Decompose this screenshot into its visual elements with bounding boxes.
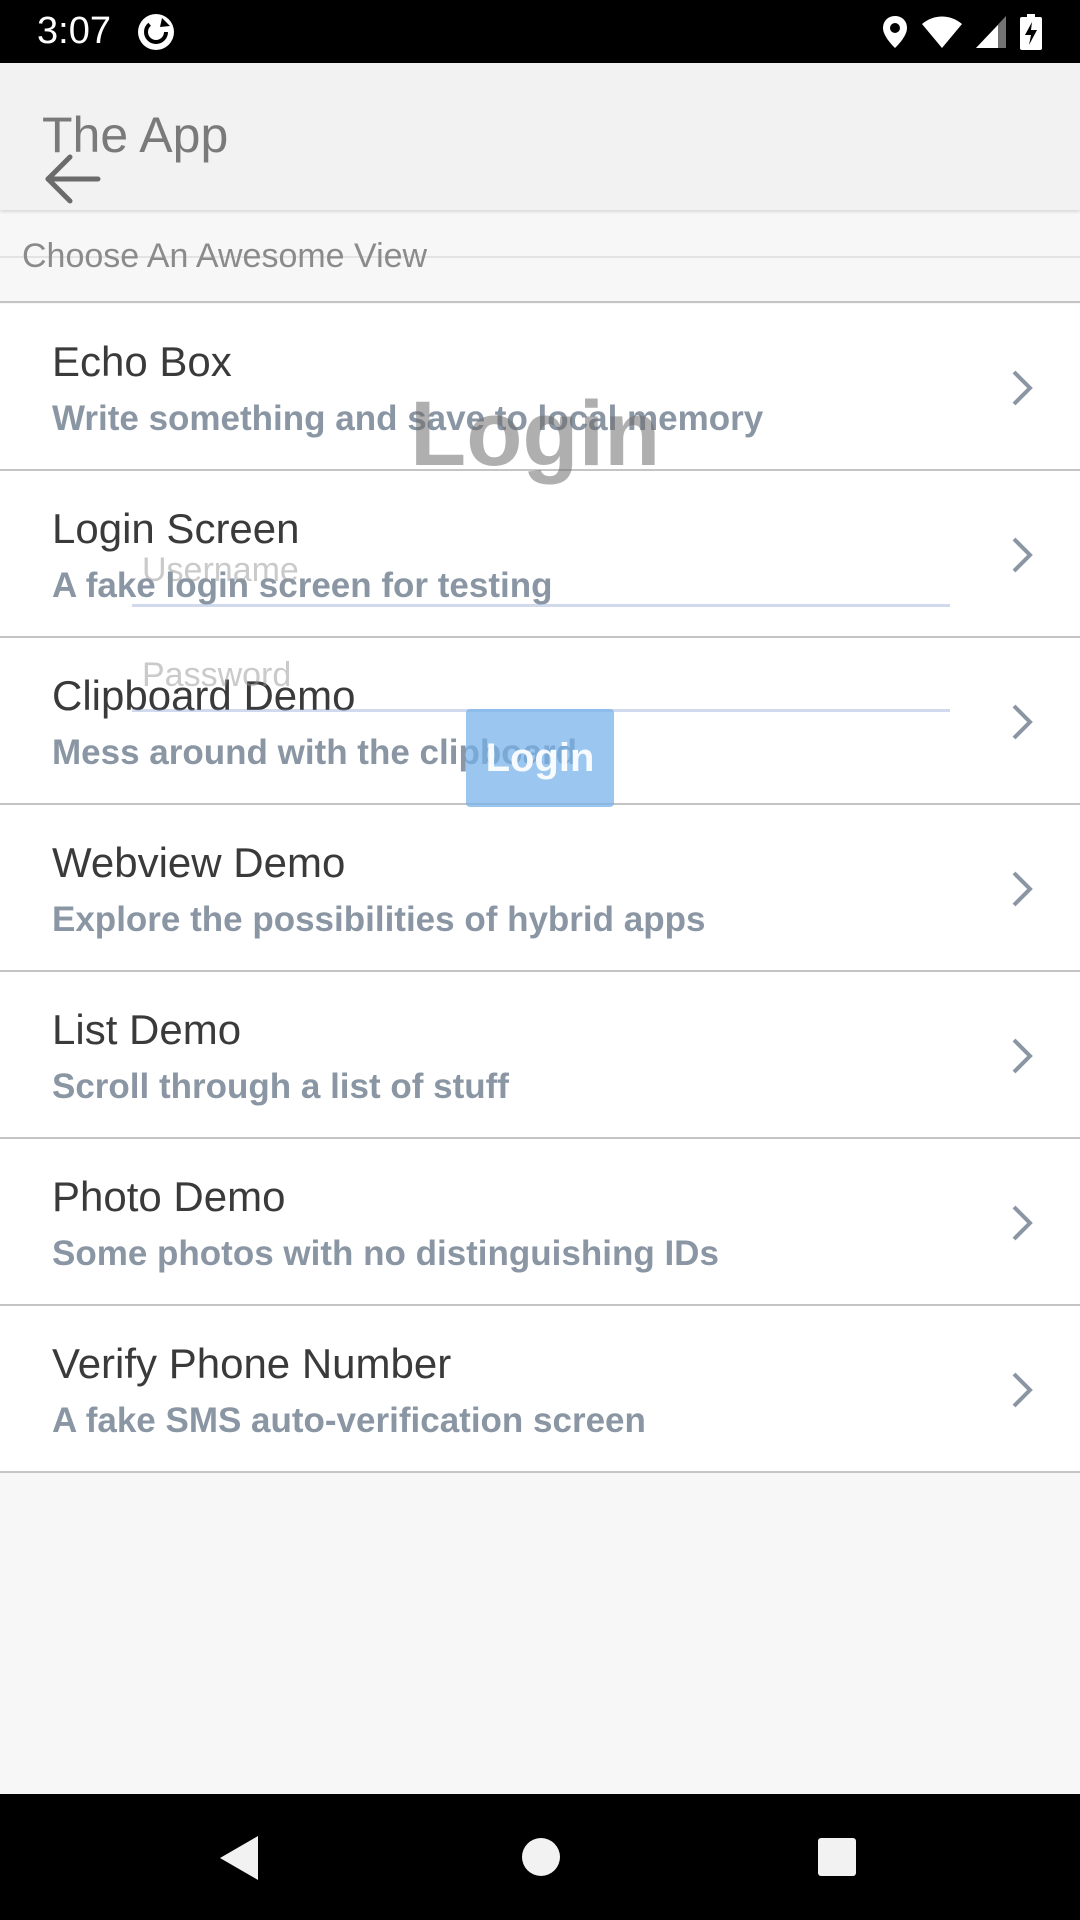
divider — [0, 301, 1080, 303]
chevron-right-icon — [1012, 370, 1033, 406]
password-input[interactable]: Password — [132, 645, 950, 712]
username-placeholder: Username — [142, 551, 299, 589]
section-header: Choose An Awesome View — [0, 210, 1080, 303]
chevron-right-icon — [1012, 1038, 1033, 1074]
nav-home-icon[interactable] — [521, 1837, 561, 1877]
list-item-title: Verify Phone Number — [52, 1340, 452, 1387]
status-bar: 3:07 — [0, 0, 1080, 63]
location-icon — [883, 16, 907, 48]
battery-charging-icon — [1020, 14, 1042, 50]
signal-icon — [976, 16, 1006, 48]
login-button[interactable]: Login — [466, 709, 614, 807]
nav-recents-icon[interactable] — [817, 1837, 857, 1877]
chevron-right-icon — [1012, 704, 1033, 740]
chevron-right-icon — [1012, 1372, 1033, 1408]
chevron-right-icon — [1012, 871, 1033, 907]
back-arrow-icon[interactable] — [42, 153, 102, 205]
list-item-subtitle: Some photos with no distinguishing IDs — [52, 1234, 719, 1273]
sync-app-icon — [138, 14, 174, 50]
app-bar: The App — [0, 63, 1080, 210]
list-item-title: List Demo — [52, 1006, 242, 1053]
chevron-right-icon — [1012, 537, 1033, 573]
login-title: Login — [410, 383, 661, 485]
status-icons — [882, 12, 1042, 52]
list-item-webview-demo[interactable]: Webview Demo Explore the possibilities o… — [0, 805, 1080, 972]
list-item-list-demo[interactable]: List Demo Scroll through a list of stuff — [0, 972, 1080, 1139]
wifi-icon — [922, 16, 962, 48]
list-item-photo-demo[interactable]: Photo Demo Some photos with no distingui… — [0, 1139, 1080, 1306]
navigation-bar — [0, 1794, 1080, 1920]
section-header-text: Choose An Awesome View — [22, 237, 428, 275]
list-item-title: Webview Demo — [52, 839, 346, 886]
status-time: 3:07 — [37, 10, 111, 52]
list-item-subtitle: A fake SMS auto-verification screen — [52, 1401, 646, 1440]
list-item-title: Echo Box — [52, 338, 232, 385]
list-item-title: Photo Demo — [52, 1173, 286, 1220]
list-item-verify-phone-number[interactable]: Verify Phone Number A fake SMS auto-veri… — [0, 1306, 1080, 1473]
chevron-right-icon — [1012, 1205, 1033, 1241]
username-input[interactable]: Username — [132, 540, 950, 607]
list-item-subtitle: Scroll through a list of stuff — [52, 1067, 509, 1106]
nav-back-icon[interactable] — [218, 1834, 260, 1882]
password-placeholder: Password — [142, 656, 292, 694]
list-item-subtitle: Explore the possibilities of hybrid apps — [52, 900, 706, 939]
